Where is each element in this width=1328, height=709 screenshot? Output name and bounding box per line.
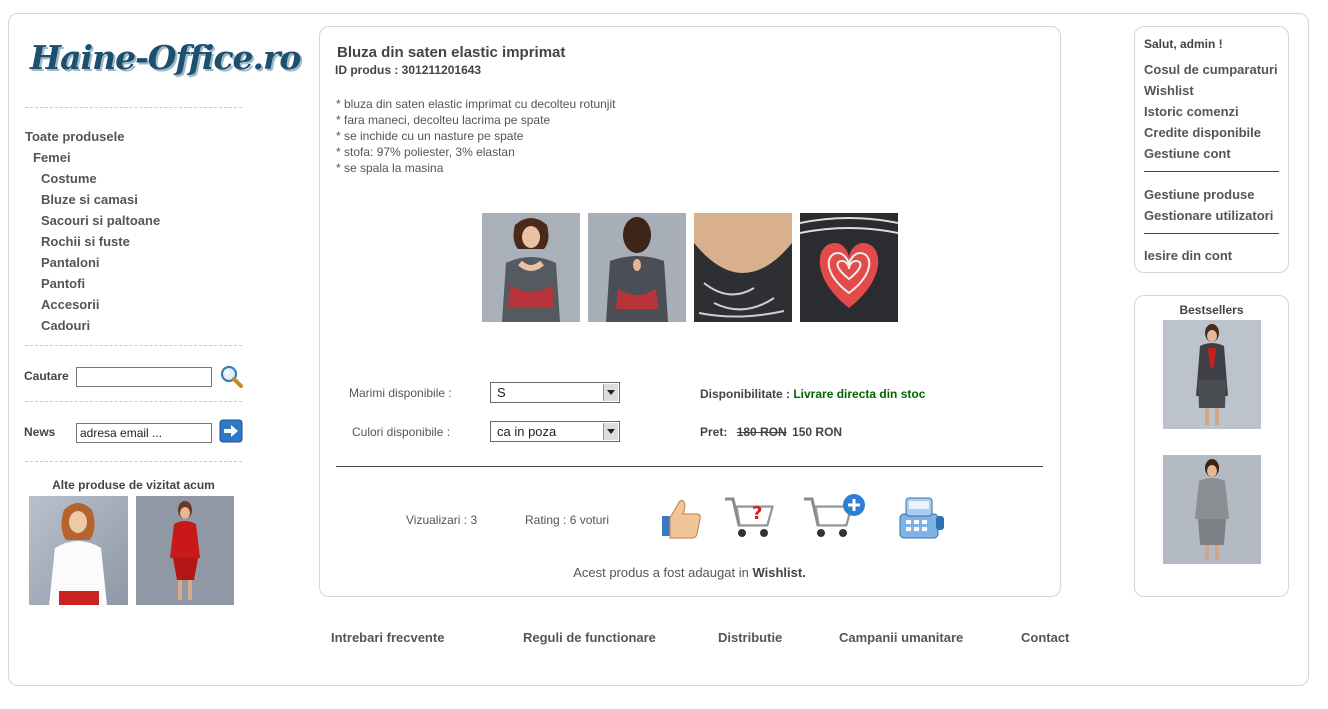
category-sacouri[interactable]: Sacouri si paltoane <box>41 213 160 228</box>
size-selected-value: S <box>497 385 506 400</box>
category-pantofi[interactable]: Pantofi <box>41 276 85 291</box>
color-selected-value: ca in poza <box>497 424 557 439</box>
divider <box>25 461 242 462</box>
link-credits[interactable]: Credite disponibile <box>1144 125 1261 140</box>
divider <box>25 345 242 346</box>
product-description: * bluza din saten elastic imprimat cu de… <box>336 96 615 176</box>
description-line: * bluza din saten elastic imprimat cu de… <box>336 97 616 111</box>
product-image-detail-pattern[interactable] <box>800 213 898 322</box>
product-id-label: ID produs : <box>335 63 399 77</box>
category-bluze[interactable]: Bluze si camasi <box>41 192 138 207</box>
product-title: Bluza din saten elastic imprimat <box>337 44 566 61</box>
news-label: News <box>24 425 56 439</box>
product-id: ID produs : 301211201643 <box>335 63 481 77</box>
availability-value: Livrare directa din stoc <box>793 387 926 401</box>
footer-faq-link[interactable]: Intrebari frecvente <box>331 630 444 645</box>
link-order-history[interactable]: Istoric comenzi <box>1144 104 1239 119</box>
divider <box>1144 171 1279 172</box>
svg-text:?: ? <box>752 503 762 524</box>
recent-product-image[interactable] <box>29 496 128 605</box>
category-cadouri[interactable]: Cadouri <box>41 318 90 333</box>
category-pantaloni[interactable]: Pantaloni <box>41 255 100 270</box>
bestsellers-title: Bestsellers <box>1179 303 1244 317</box>
greeting: Salut, admin ! <box>1144 37 1223 51</box>
color-select[interactable]: ca in poza <box>490 421 620 442</box>
category-women[interactable]: Femei <box>33 150 71 165</box>
rating-votes: Rating : 6 voturi <box>525 513 610 527</box>
chevron-down-icon[interactable] <box>603 423 618 440</box>
cash-register-icon[interactable] <box>896 492 948 542</box>
footer-distribution-link[interactable]: Distributie <box>718 630 782 645</box>
magnifier-icon[interactable] <box>219 364 243 388</box>
colors-label: Culori disponibile : <box>352 425 451 439</box>
link-user-management[interactable]: Gestionare utilizatori <box>1144 208 1273 223</box>
description-line: * se inchide cu un nasture pe spate <box>336 129 524 143</box>
product-image-front[interactable] <box>482 213 580 322</box>
search-label: Cautare <box>24 369 69 383</box>
size-select[interactable]: S <box>490 382 620 403</box>
cart-question-icon[interactable]: ? <box>722 491 776 541</box>
link-product-management[interactable]: Gestiune produse <box>1144 187 1255 202</box>
wishlist-message-text: Acest produs a fost adaugat in <box>573 565 749 580</box>
bestseller-image[interactable] <box>1163 455 1261 564</box>
thumbs-up-icon[interactable] <box>656 492 704 540</box>
product-id-value: 301211201643 <box>401 63 482 77</box>
new-price: 150 RON <box>792 425 843 439</box>
bestseller-image[interactable] <box>1163 320 1261 429</box>
link-shopping-cart[interactable]: Cosul de cumparaturi <box>1144 62 1278 77</box>
category-rochii[interactable]: Rochii si fuste <box>41 234 130 249</box>
old-price: 180 RON <box>736 425 787 439</box>
footer-rules-link[interactable]: Reguli de functionare <box>523 630 656 645</box>
newsletter-email-input[interactable] <box>76 423 212 443</box>
add-to-cart-icon[interactable] <box>802 491 866 541</box>
arrow-right-icon[interactable] <box>219 419 243 443</box>
link-wishlist[interactable]: Wishlist <box>1144 83 1194 98</box>
sizes-label: Marimi disponibile : <box>349 386 452 400</box>
wishlist-link[interactable]: Wishlist. <box>752 565 805 580</box>
divider <box>25 107 242 108</box>
availability-label: Disponibilitate : <box>700 387 790 401</box>
divider <box>336 466 1043 467</box>
chevron-down-icon[interactable] <box>603 384 618 401</box>
product-image-detail-neck[interactable] <box>694 213 792 322</box>
product-image-back[interactable] <box>588 213 686 322</box>
recent-products-title: Alte produse de vizitat acum <box>52 478 215 492</box>
footer-campaigns-link[interactable]: Campanii umanitare <box>839 630 963 645</box>
description-line: * se spala la masina <box>336 161 444 175</box>
description-line: * stofa: 97% poliester, 3% elastan <box>336 145 515 159</box>
price-label: Pret: <box>700 425 728 439</box>
category-all-products[interactable]: Toate produsele <box>25 129 124 144</box>
category-costume[interactable]: Costume <box>41 171 97 186</box>
availability: Disponibilitate : Livrare directa din st… <box>700 387 925 401</box>
description-line: * fara maneci, decolteu lacrima pe spate <box>336 113 551 127</box>
category-accesorii[interactable]: Accesorii <box>41 297 100 312</box>
footer-contact-link[interactable]: Contact <box>1021 630 1069 645</box>
site-logo[interactable]: Haine-Office.ro <box>30 38 301 77</box>
logout-link[interactable]: Iesire din cont <box>1144 248 1232 263</box>
search-input[interactable] <box>76 367 212 387</box>
link-account-management[interactable]: Gestiune cont <box>1144 146 1231 161</box>
wishlist-message: Acest produs a fost adaugat in Wishlist. <box>336 565 1043 580</box>
divider <box>25 401 242 402</box>
price: Pret: 180 RON 150 RON <box>700 425 842 439</box>
divider <box>1144 233 1279 234</box>
recent-product-image[interactable] <box>136 496 234 605</box>
views-count: Vizualizari : 3 <box>406 513 478 527</box>
